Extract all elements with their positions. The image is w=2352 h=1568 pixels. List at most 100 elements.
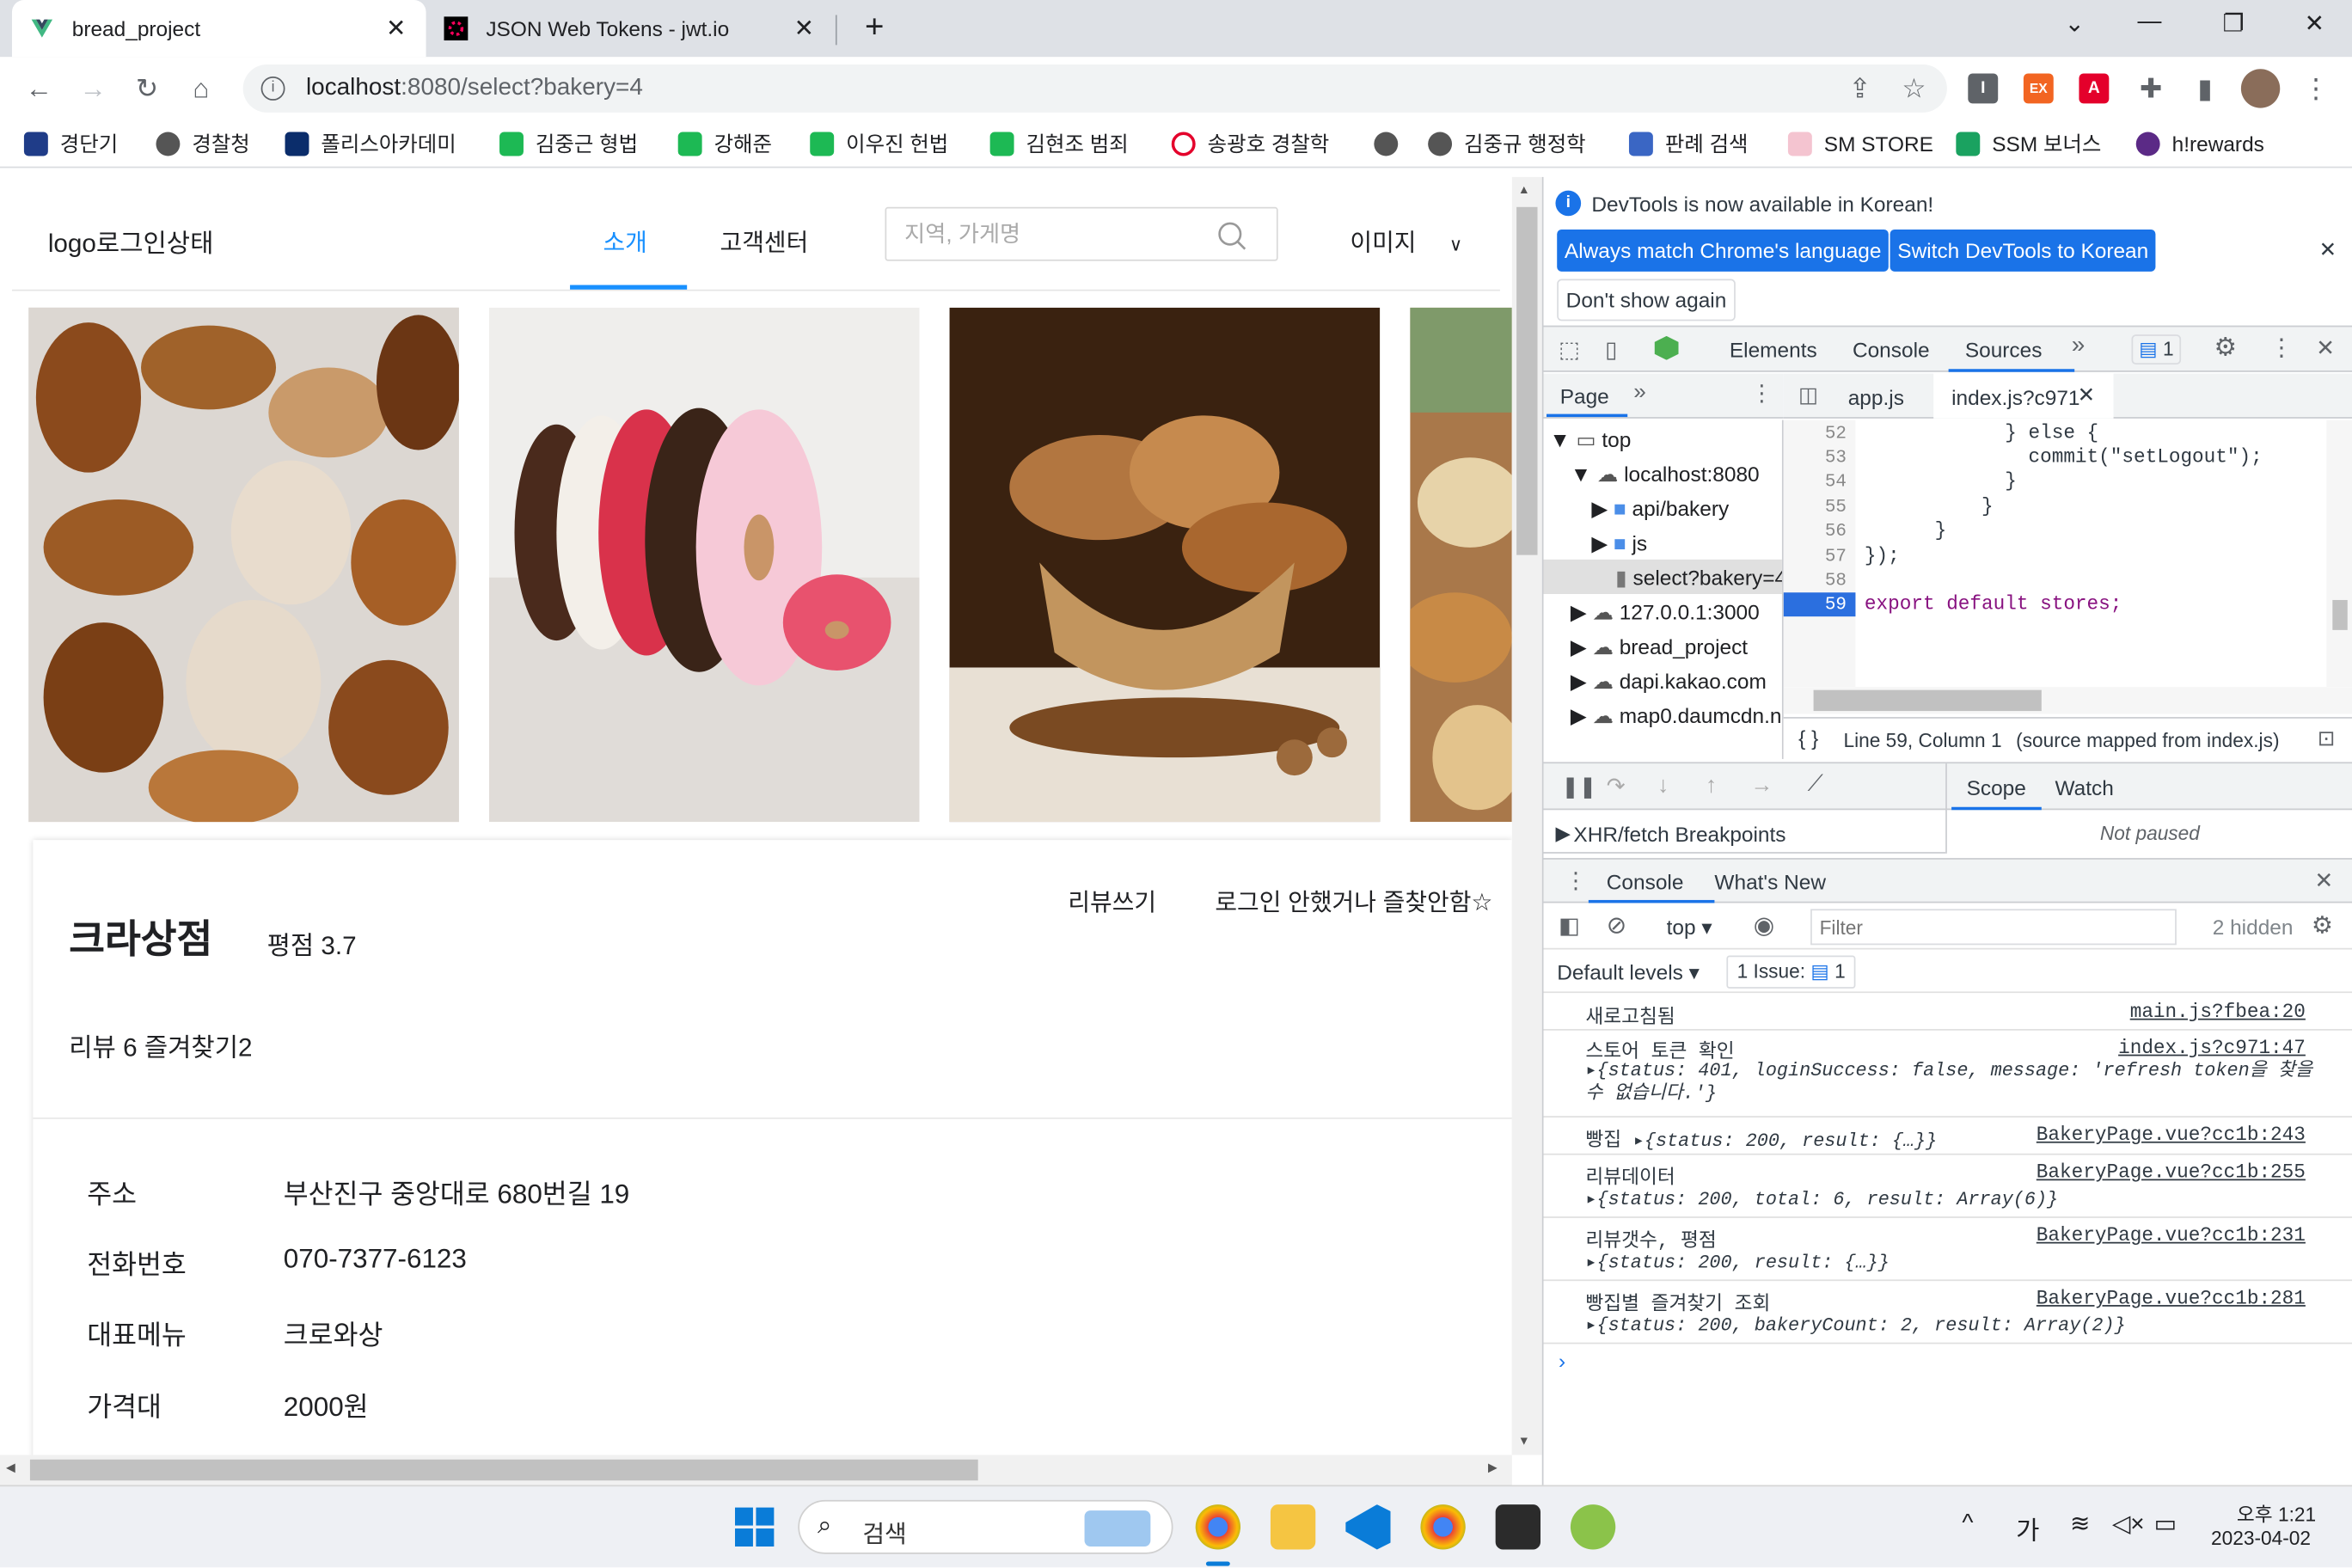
minimize-icon[interactable]: —: [2127, 9, 2171, 45]
image-dropdown[interactable]: 이미지 ∨: [1350, 222, 1462, 258]
tab-elements[interactable]: Elements: [1730, 338, 1817, 362]
tree-item[interactable]: ▼ ▭ top: [1549, 427, 1631, 453]
address-bar[interactable]: i localhost:8080/select?bakery=4: [242, 64, 1947, 113]
tree-item[interactable]: ▮ select?bakery=4: [1615, 566, 1782, 591]
pause-icon[interactable]: ❚❚: [1561, 774, 1596, 799]
close-tab-icon[interactable]: ✕: [381, 14, 411, 44]
share-icon[interactable]: ⇪: [1842, 70, 1878, 107]
bookmark-item[interactable]: 이우진 헌법: [810, 129, 948, 159]
home-icon[interactable]: ⌂: [183, 70, 219, 107]
reload-icon[interactable]: ↻: [129, 70, 165, 107]
extension-icon[interactable]: I: [1968, 73, 1999, 104]
console-source-link[interactable]: BakeryPage.vue?cc1b:255: [2037, 1161, 2306, 1184]
step-over-icon[interactable]: ↷: [1607, 773, 1626, 799]
bookmark-item[interactable]: 판례 검색: [1628, 129, 1749, 159]
close-drawer-icon[interactable]: ✕: [2314, 867, 2333, 894]
site-logo[interactable]: logo로그인상태: [48, 222, 214, 260]
bookmark-item[interactable]: 김현조 범죄: [989, 129, 1129, 159]
console-settings-icon[interactable]: ⚙: [2312, 910, 2333, 940]
dont-show-button[interactable]: Don't show again: [1557, 279, 1736, 322]
source-map-info[interactable]: (source mapped from index.js): [2016, 729, 2279, 751]
file-tab[interactable]: app.js: [1848, 385, 1904, 409]
console-source-link[interactable]: index.js?c971:47: [2118, 1037, 2306, 1059]
close-file-icon[interactable]: ✕: [2078, 383, 2095, 408]
switch-korean-button[interactable]: Switch DevTools to Korean: [1890, 229, 2156, 272]
scroll-thumb[interactable]: [2332, 599, 2348, 630]
search-input[interactable]: [904, 208, 1205, 260]
drawer-menu-icon[interactable]: ⋮: [1565, 867, 1587, 894]
step-out-icon[interactable]: ↑: [1706, 773, 1717, 799]
sidebar-toggle-icon[interactable]: ◧: [1559, 912, 1580, 940]
console-object[interactable]: ▸{status: 200, result: {…}}: [1633, 1131, 1937, 1152]
deactivate-breakpoints-icon[interactable]: ⟋: [1808, 771, 1823, 797]
ime-indicator[interactable]: 가: [2016, 1509, 2039, 1547]
console-object[interactable]: ▸{status: 401, loginSuccess: false, mess…: [1585, 1061, 2320, 1106]
page-vertical-scrollbar[interactable]: ▲ ▼: [1511, 176, 1542, 1455]
tab-watch[interactable]: Watch: [2055, 775, 2114, 799]
forward-icon[interactable]: →: [75, 70, 111, 107]
file-explorer-icon[interactable]: [1270, 1504, 1316, 1550]
close-infobar-icon[interactable]: ✕: [2319, 237, 2337, 263]
acrobat-icon[interactable]: A: [2079, 73, 2110, 104]
start-icon[interactable]: [735, 1507, 775, 1547]
nav-tab-intro[interactable]: 소개: [603, 222, 646, 258]
console-filter-input[interactable]: [1810, 909, 2177, 946]
bookmark-item[interactable]: 폴리스아카데미: [285, 129, 456, 159]
live-expression-eye-icon[interactable]: ◉: [1754, 910, 1774, 940]
clock-time[interactable]: 오후 1:21: [2220, 1498, 2316, 1527]
match-language-button[interactable]: Always match Chrome's language: [1557, 229, 1890, 272]
app-icon[interactable]: [1570, 1504, 1616, 1550]
tree-item[interactable]: ▶ ■ js: [1591, 531, 1647, 557]
bookmark-item[interactable]: 김중규 행정학: [1428, 129, 1586, 159]
console-source-link[interactable]: main.js?fbea:20: [2130, 1001, 2306, 1023]
log-levels-dropdown[interactable]: Default levels ▾: [1557, 960, 1700, 986]
back-icon[interactable]: ←: [21, 70, 57, 107]
inspect-element-icon[interactable]: ⬚: [1559, 336, 1580, 364]
console-source-link[interactable]: BakeryPage.vue?cc1b:243: [2037, 1124, 2306, 1146]
console-source-link[interactable]: BakeryPage.vue?cc1b:281: [2037, 1287, 2306, 1309]
settings-gear-icon[interactable]: ⚙: [2214, 333, 2237, 363]
editor-scrollbar[interactable]: [2326, 420, 2352, 688]
new-tab-icon[interactable]: +: [852, 8, 897, 46]
profile-avatar[interactable]: [2240, 69, 2281, 108]
scroll-thumb[interactable]: [1813, 689, 2042, 712]
restore-icon[interactable]: ❐: [2211, 9, 2256, 45]
favorite-toggle[interactable]: 로그인 안했거나 즐찾안함☆: [1215, 882, 1492, 918]
console-object[interactable]: ▸{status: 200, total: 6, result: Array(6…: [1585, 1186, 2058, 1210]
side-panel-icon[interactable]: ▮: [2187, 70, 2223, 107]
tree-item[interactable]: ▼ ☁ localhost:8080: [1571, 462, 1760, 487]
chevron-up-icon[interactable]: ^: [1962, 1510, 1973, 1537]
bookmark-item[interactable]: 경찰청: [156, 129, 250, 159]
scroll-thumb[interactable]: [29, 1459, 978, 1481]
tab-console[interactable]: Console: [1853, 338, 1930, 362]
bookmark-item[interactable]: h!rewards: [2135, 129, 2264, 159]
console-object[interactable]: ▸{status: 200, bakeryCount: 2, result: A…: [1585, 1313, 2125, 1336]
step-into-icon[interactable]: ↓: [1657, 773, 1669, 799]
issues-button[interactable]: 1 Issue: ▤ 1: [1726, 955, 1856, 989]
editor-hscrollbar[interactable]: [1783, 687, 2352, 714]
bookmark-item[interactable]: 경단기: [23, 129, 118, 159]
url-text[interactable]: localhost:8080/select?bakery=4: [306, 75, 643, 101]
device-toolbar-icon[interactable]: ▯: [1605, 336, 1617, 364]
bookmark-item[interactable]: 강해준: [677, 129, 772, 159]
context-selector[interactable]: top ▾: [1667, 915, 1712, 940]
battery-icon[interactable]: ▭: [2154, 1509, 2177, 1539]
write-review-button[interactable]: 리뷰쓰기: [1068, 882, 1156, 918]
nav-tab-support[interactable]: 고객센터: [720, 222, 809, 258]
tab-bread-project[interactable]: bread_project ✕: [11, 0, 426, 58]
console-prompt-icon[interactable]: ›: [1559, 1349, 1565, 1373]
clear-console-icon[interactable]: ⊘: [1607, 910, 1626, 940]
bookmark-item[interactable]: SM STORE: [1787, 129, 1933, 159]
console-source-link[interactable]: BakeryPage.vue?cc1b:231: [2037, 1224, 2306, 1246]
drawer-tab-console[interactable]: Console: [1607, 870, 1684, 894]
issues-badge[interactable]: ▤ 1: [2131, 334, 2182, 365]
scroll-thumb[interactable]: [1516, 206, 1538, 555]
drawer-tab-whats-new[interactable]: What's New: [1714, 870, 1826, 894]
clock-date[interactable]: 2023-04-02: [2211, 1527, 2311, 1549]
wifi-icon[interactable]: ≋: [2070, 1509, 2090, 1539]
close-window-icon[interactable]: ✕: [2292, 9, 2337, 45]
pretty-print-icon[interactable]: { }: [1798, 726, 1818, 750]
more-tabs-icon[interactable]: »: [2072, 333, 2086, 359]
extensions-puzzle-icon[interactable]: ✚: [2133, 70, 2169, 107]
tree-item[interactable]: ▶ ■ api/bakery: [1591, 497, 1729, 523]
